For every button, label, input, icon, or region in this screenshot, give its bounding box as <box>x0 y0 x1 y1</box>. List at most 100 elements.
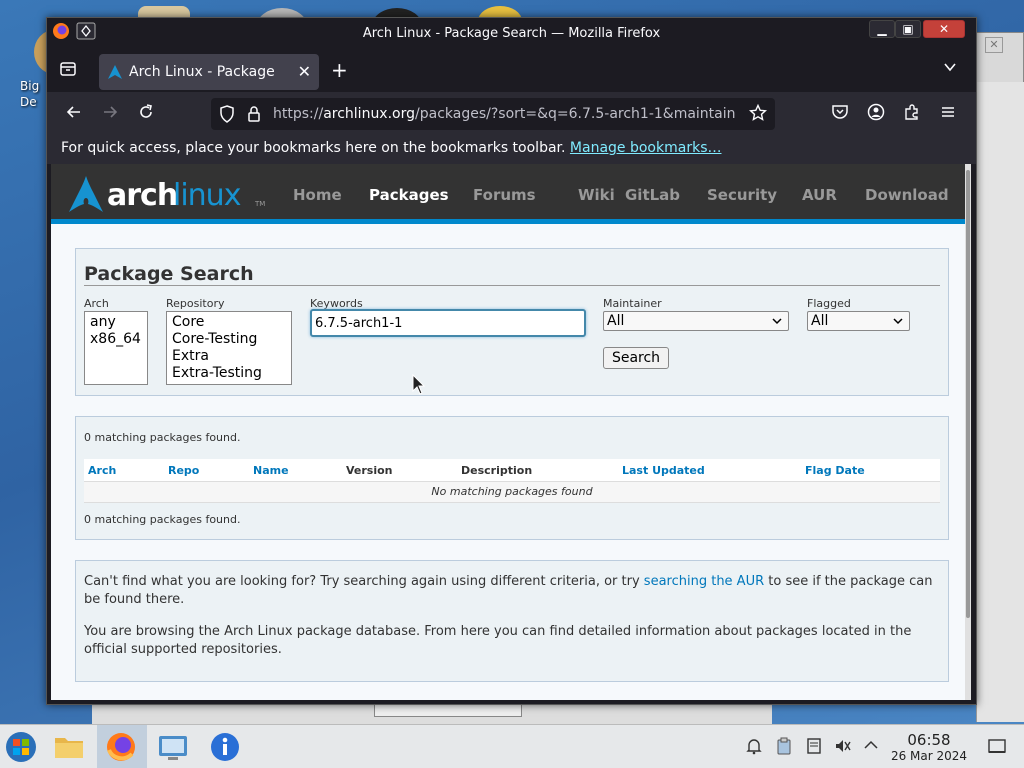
search-results: 0 matching packages found. Arch Repo Nam… <box>75 416 949 540</box>
result-count-top: 0 matching packages found. <box>84 431 241 444</box>
results-table-header: Arch Repo Name Version Description Last … <box>84 459 940 481</box>
system-settings-icon[interactable] <box>156 730 190 764</box>
column-header-description: Description <box>461 464 533 477</box>
tab-arch-linux-package-search[interactable]: Arch Linux - Package Search ✕ <box>99 54 319 90</box>
arch-label: Arch <box>84 297 109 310</box>
chevron-down-icon <box>893 312 903 337</box>
window-titlebar[interactable]: Arch Linux - Package Search — Mozilla Fi… <box>47 18 976 48</box>
storage-device-icon[interactable] <box>806 737 822 759</box>
divider <box>84 285 940 286</box>
database-info-paragraph: You are browsing the Arch Linux package … <box>84 624 912 657</box>
nav-home[interactable]: Home <box>293 186 342 204</box>
column-header-flag-date[interactable]: Flag Date <box>805 464 865 477</box>
window-title: Arch Linux - Package Search — Mozilla Fi… <box>362 26 661 41</box>
arch-logo-icon <box>69 176 103 212</box>
page-scrollbar[interactable] <box>965 164 971 700</box>
search-button[interactable]: Search <box>603 347 669 369</box>
url-prefix: https:// <box>273 106 324 122</box>
firefox-taskbar-icon[interactable] <box>104 730 138 764</box>
flagged-select[interactable]: All <box>807 311 910 331</box>
logo-trademark: TM <box>255 200 266 208</box>
volume-muted-icon[interactable] <box>834 737 852 759</box>
repository-option[interactable]: Core-Testing <box>167 331 291 348</box>
nav-forums[interactable]: Forums <box>473 186 536 204</box>
repository-option[interactable]: Extra-Testing <box>167 365 291 382</box>
show-desktop-icon[interactable] <box>988 737 1006 759</box>
column-header-name[interactable]: Name <box>253 464 289 477</box>
extensions-puzzle-icon[interactable] <box>903 103 921 126</box>
column-header-version: Version <box>346 464 393 477</box>
close-button[interactable]: ✕ <box>923 20 965 38</box>
repository-option[interactable]: Extra <box>167 348 291 365</box>
taskbar: 06:58 26 Mar 2024 <box>0 724 1024 768</box>
repository-listbox[interactable]: Core Core-Testing Extra Extra-Testing <box>166 311 292 385</box>
background-window-bottom <box>92 703 772 724</box>
repository-label: Repository <box>166 297 225 310</box>
clock[interactable]: 06:58 26 Mar 2024 <box>886 731 972 763</box>
url-text: https://archlinux.org/packages/?sort=&q=… <box>273 106 735 122</box>
reload-icon[interactable] <box>137 103 155 126</box>
search-info: Can't find what you are looking for? Try… <box>75 560 949 682</box>
clipboard-icon[interactable] <box>776 737 792 759</box>
arch-option[interactable]: any <box>85 314 147 331</box>
minimize-button[interactable]: ▁ <box>869 20 895 38</box>
column-header-last-updated[interactable]: Last Updated <box>622 464 705 477</box>
chevron-down-icon <box>772 312 782 337</box>
url-path: /packages/?sort=&q=6.7.5-arch1-1&maintai… <box>415 106 735 122</box>
page-content: arch linux TM Home Packages Forums Wiki … <box>51 164 971 700</box>
scrollbar-thumb[interactable] <box>966 170 970 618</box>
firefox-view-icon[interactable] <box>59 60 77 83</box>
clock-date: 26 Mar 2024 <box>890 749 968 763</box>
page-title: Package Search <box>84 263 254 285</box>
tracking-protection-shield-icon[interactable] <box>219 105 235 128</box>
bookmarks-toolbar-hint: For quick access, place your bookmarks h… <box>61 140 721 156</box>
arch-option[interactable]: x86_64 <box>85 331 147 348</box>
searching-the-aur-link[interactable]: searching the AUR <box>644 574 764 589</box>
arch-listbox[interactable]: any x86_64 <box>84 311 148 385</box>
forward-arrow-icon[interactable] <box>101 103 119 126</box>
column-header-repo[interactable]: Repo <box>168 464 199 477</box>
arch-site-header: arch linux TM Home Packages Forums Wiki … <box>51 164 971 224</box>
aur-hint-paragraph: Can't find what you are looking for? Try… <box>84 573 940 609</box>
package-search-form: Package Search Arch any x86_64 Repositor… <box>75 248 949 396</box>
nav-gitlab[interactable]: GitLab <box>625 186 680 204</box>
list-all-tabs-chevron-icon[interactable] <box>943 60 957 78</box>
desktop-icon-label[interactable]: Big De <box>20 78 39 110</box>
tab-label: Arch Linux - Package Search <box>129 64 279 80</box>
nav-packages[interactable]: Packages <box>369 186 449 204</box>
tab-close-icon[interactable]: ✕ <box>298 62 311 81</box>
lock-icon[interactable] <box>247 105 261 128</box>
nav-wiki[interactable]: Wiki <box>578 186 615 204</box>
back-arrow-icon[interactable] <box>65 103 83 126</box>
hamburger-menu-icon[interactable] <box>939 103 957 126</box>
start-menu-icon[interactable] <box>4 730 38 764</box>
bookmarks-toolbar: For quick access, place your bookmarks h… <box>47 136 976 164</box>
maximize-button[interactable]: ▣ <box>895 20 921 38</box>
url-bar[interactable]: https://archlinux.org/packages/?sort=&q=… <box>211 98 775 130</box>
firefox-window: Arch Linux - Package Search — Mozilla Fi… <box>46 17 977 705</box>
column-header-arch[interactable]: Arch <box>88 464 116 477</box>
background-close-icon: ✕ <box>985 37 1003 53</box>
maintainer-label: Maintainer <box>603 297 662 310</box>
keywords-input[interactable]: 6.7.5-arch1-1 <box>310 309 586 337</box>
pocket-icon[interactable] <box>831 103 849 126</box>
new-tab-plus-icon[interactable]: + <box>331 58 348 82</box>
bookmark-star-icon[interactable] <box>748 103 768 127</box>
nav-aur[interactable]: AUR <box>802 186 837 204</box>
file-manager-icon[interactable] <box>52 730 86 764</box>
results-table: Arch Repo Name Version Description Last … <box>84 459 940 503</box>
nav-security[interactable]: Security <box>707 186 777 204</box>
info-icon[interactable] <box>208 730 242 764</box>
repository-option[interactable]: Core <box>167 314 291 331</box>
tray-expand-chevron-icon[interactable] <box>863 737 879 757</box>
maintainer-selected-value: All <box>607 313 625 329</box>
account-icon[interactable] <box>867 103 885 126</box>
manage-bookmarks-link[interactable]: Manage bookmarks… <box>570 140 722 156</box>
nav-download[interactable]: Download <box>865 186 949 204</box>
clock-time: 06:58 <box>907 731 951 749</box>
background-window-field <box>374 703 522 717</box>
flagged-label: Flagged <box>807 297 851 310</box>
maintainer-select[interactable]: All <box>603 311 789 331</box>
empty-results-row: No matching packages found <box>84 481 940 503</box>
notifications-bell-icon[interactable] <box>745 737 763 759</box>
